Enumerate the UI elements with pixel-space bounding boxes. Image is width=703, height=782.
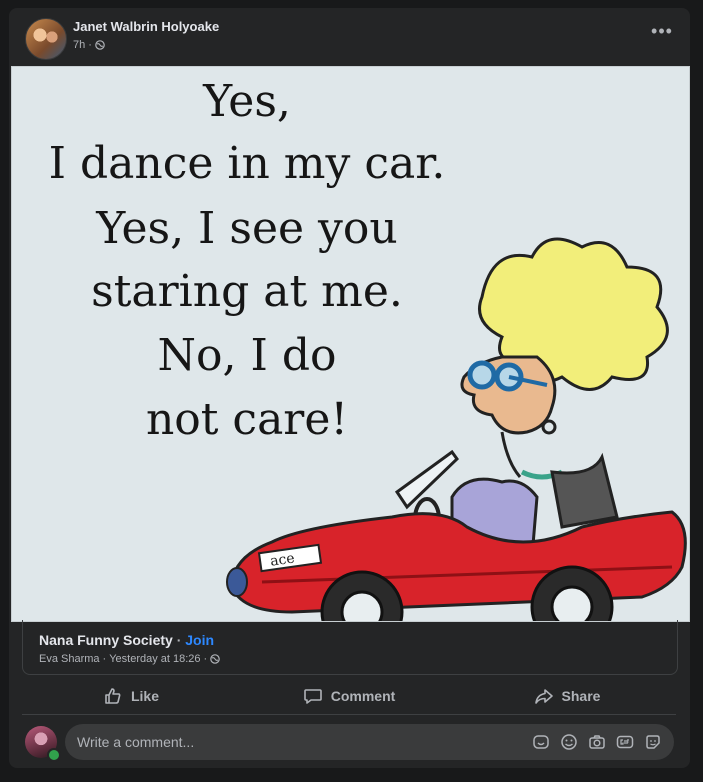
sticker-icon[interactable] [644,733,662,751]
emoji-icon[interactable] [560,733,578,751]
globe-icon [95,40,105,50]
shared-meta-separator: · [102,653,107,665]
post-header: Janet Walbrin Holyoake 7h · ••• [25,18,674,62]
gif-icon[interactable] [616,733,634,751]
camera-icon[interactable] [588,733,606,751]
comment-placeholder[interactable]: Write a comment... [77,734,532,750]
comment-button[interactable]: Comment [240,678,458,714]
comment-tools [532,733,662,751]
poster-name[interactable]: Eva Sharma [39,653,100,665]
post-actions: Like Comment Share [22,678,676,715]
meme-line: I dance in my car. [48,138,446,189]
more-options-icon[interactable]: ••• [650,22,674,44]
group-separator: · [176,632,182,648]
share-button[interactable]: Share [458,678,676,714]
share-label: Share [561,688,601,704]
avatar-sticker-icon[interactable] [532,733,550,751]
join-link[interactable]: Join [185,632,214,648]
meta-separator: · [88,39,92,51]
globe-icon [210,654,221,664]
comment-bubble-icon [303,689,322,704]
post-meta: 7h · [73,39,105,51]
comment-input[interactable]: Write a comment... [65,724,674,760]
like-label: Like [130,688,159,704]
post-image[interactable]: Yes, I dance in my car. Yes, I see you s… [11,66,690,622]
shared-meta-separator: · [203,653,208,665]
like-button[interactable]: Like [22,678,240,714]
shared-post-info: Nana Funny Society · Join Eva Sharma · Y… [22,620,678,675]
group-name[interactable]: Nana Funny Society [39,632,173,648]
thumbs-up-icon [105,688,121,704]
meme-line: Yes, [203,76,291,127]
shared-meta: Eva Sharma · Yesterday at 18:26 · [39,653,221,665]
group-line: Nana Funny Society · Join [39,632,214,648]
post-card: Janet Walbrin Holyoake 7h · ••• Yes, I d… [9,8,690,768]
car-plate-text: ace [269,550,295,569]
share-arrow-icon [534,689,553,704]
comment-row: Write a comment... [25,724,674,762]
cartoon-car-illustration: ace [226,237,687,621]
posted-time[interactable]: Yesterday at 18:26 [109,653,200,665]
comment-label: Comment [330,688,396,704]
post-time[interactable]: 7h [73,39,85,51]
author-avatar[interactable] [25,18,67,60]
online-status-dot [47,748,61,762]
author-name[interactable]: Janet Walbrin Holyoake [73,19,219,34]
